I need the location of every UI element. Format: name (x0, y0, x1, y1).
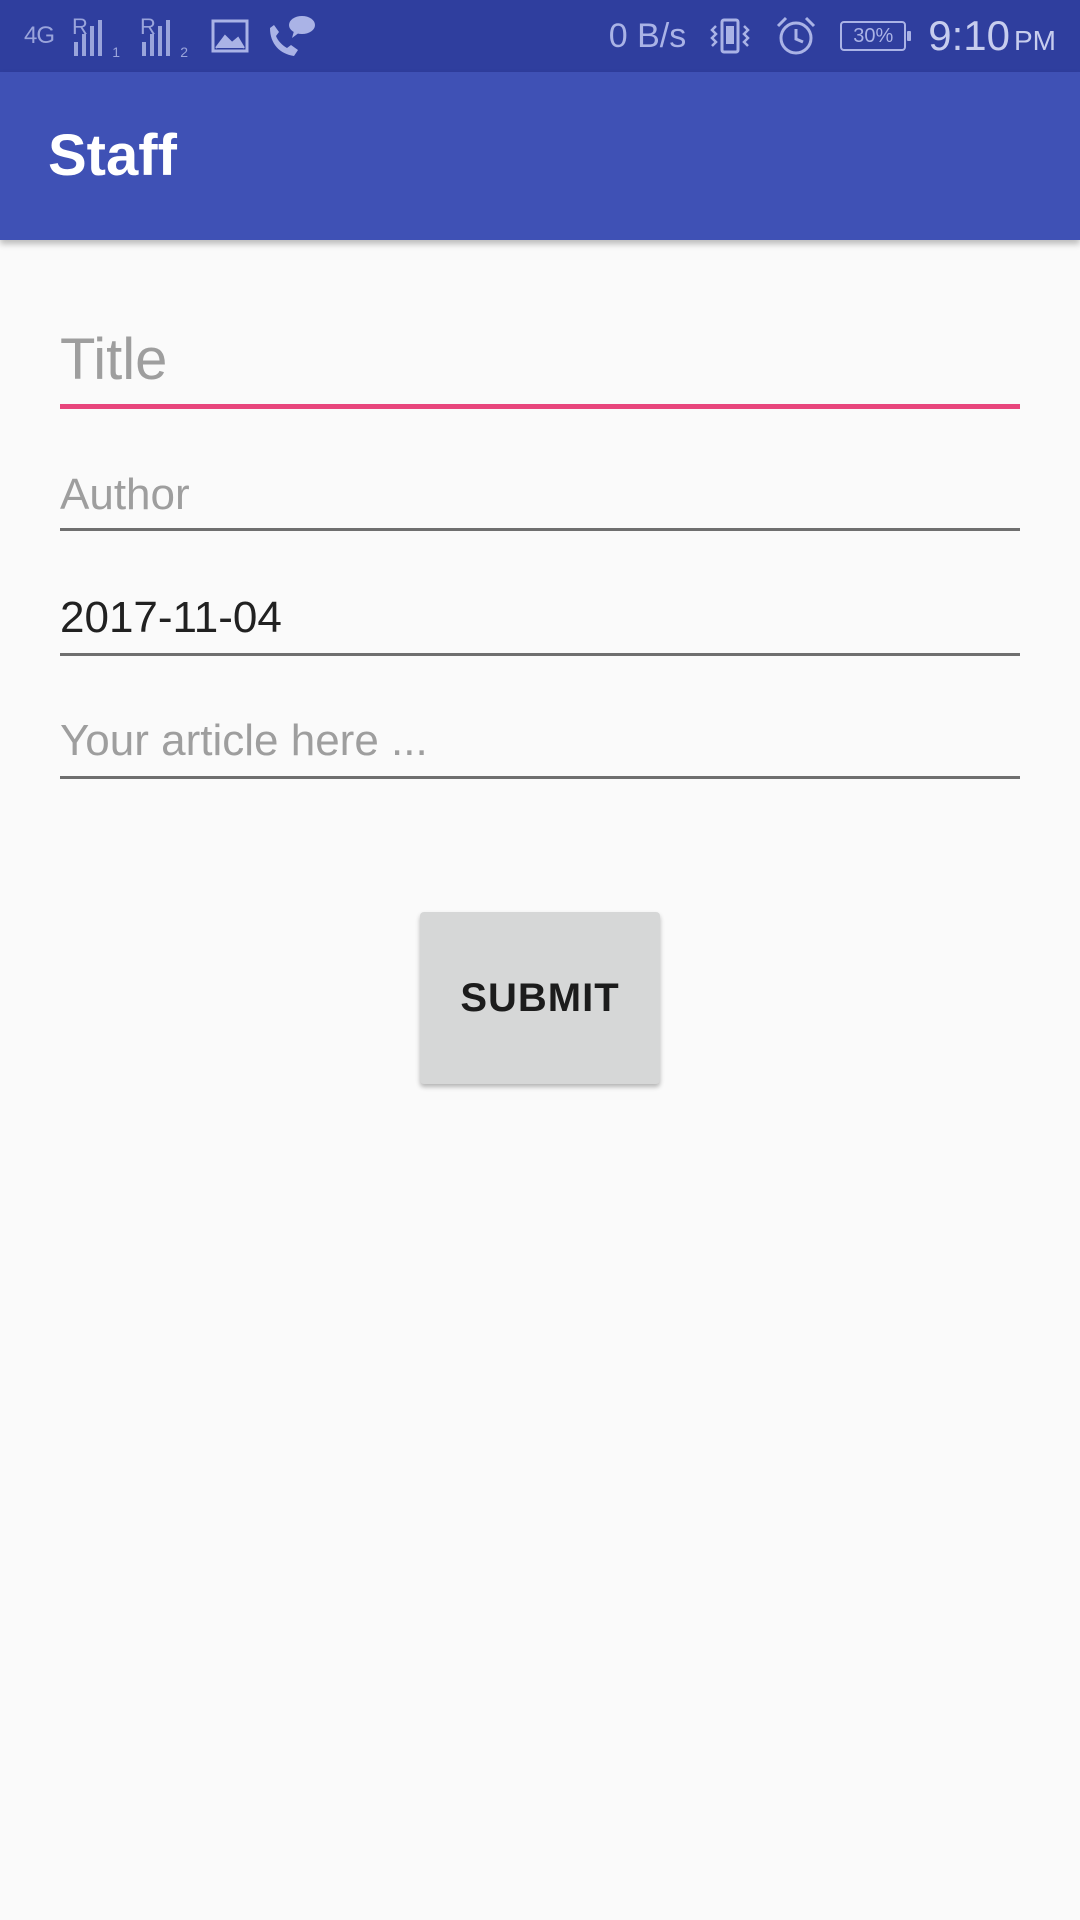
title-field[interactable]: Title (60, 300, 1020, 412)
status-bar: 4G R 1 R 2 0 B/s 30% 9:10 PM (0, 0, 1080, 72)
clock-time: 9:10 (928, 12, 1010, 59)
author-field-underline (60, 528, 1020, 531)
sim2-slot-label: 2 (180, 44, 189, 60)
alarm-icon (777, 16, 816, 55)
submit-button[interactable]: SUBMIT (420, 912, 660, 1084)
clock-ampm: PM (1014, 25, 1056, 56)
sim1-slot-label: 1 (112, 44, 121, 60)
date-field[interactable]: 2017-11-04 (60, 575, 1020, 657)
data-speed: 0 B/s (608, 16, 687, 55)
title-field-underline (60, 404, 1020, 409)
status-bar-right: 0 B/s 30% 9:10 PM (609, 0, 1056, 72)
wifi-call-icon (270, 16, 316, 56)
app-bar: Staff (0, 72, 1080, 240)
title-input-placeholder: Title (60, 327, 168, 392)
sim1-signal-icon: R 1 (68, 14, 120, 60)
article-input-placeholder: Your article here ... (60, 716, 428, 765)
battery-level: 30% (853, 24, 894, 47)
sim2-signal-icon: R 2 (136, 14, 188, 60)
page-title: Staff (48, 123, 177, 188)
article-field[interactable]: Your article here ... (60, 700, 1020, 782)
screen: 4G R 1 R 2 0 B/s 30% 9:10 PM Staff Title… (0, 0, 1080, 1920)
author-input-placeholder: Author (60, 470, 190, 519)
vibrate-icon (710, 18, 751, 54)
clock: 9:10 PM (928, 12, 1056, 60)
image-icon (211, 19, 249, 53)
date-field-underline (60, 653, 1020, 656)
date-input-value: 2017-11-04 (60, 593, 282, 642)
network-type: 4G (24, 22, 55, 49)
battery-icon: 30% (840, 21, 912, 51)
author-field[interactable]: Author (60, 450, 1020, 532)
article-field-underline (60, 776, 1020, 779)
status-bar-left: 4G R 1 R 2 (24, 0, 316, 72)
